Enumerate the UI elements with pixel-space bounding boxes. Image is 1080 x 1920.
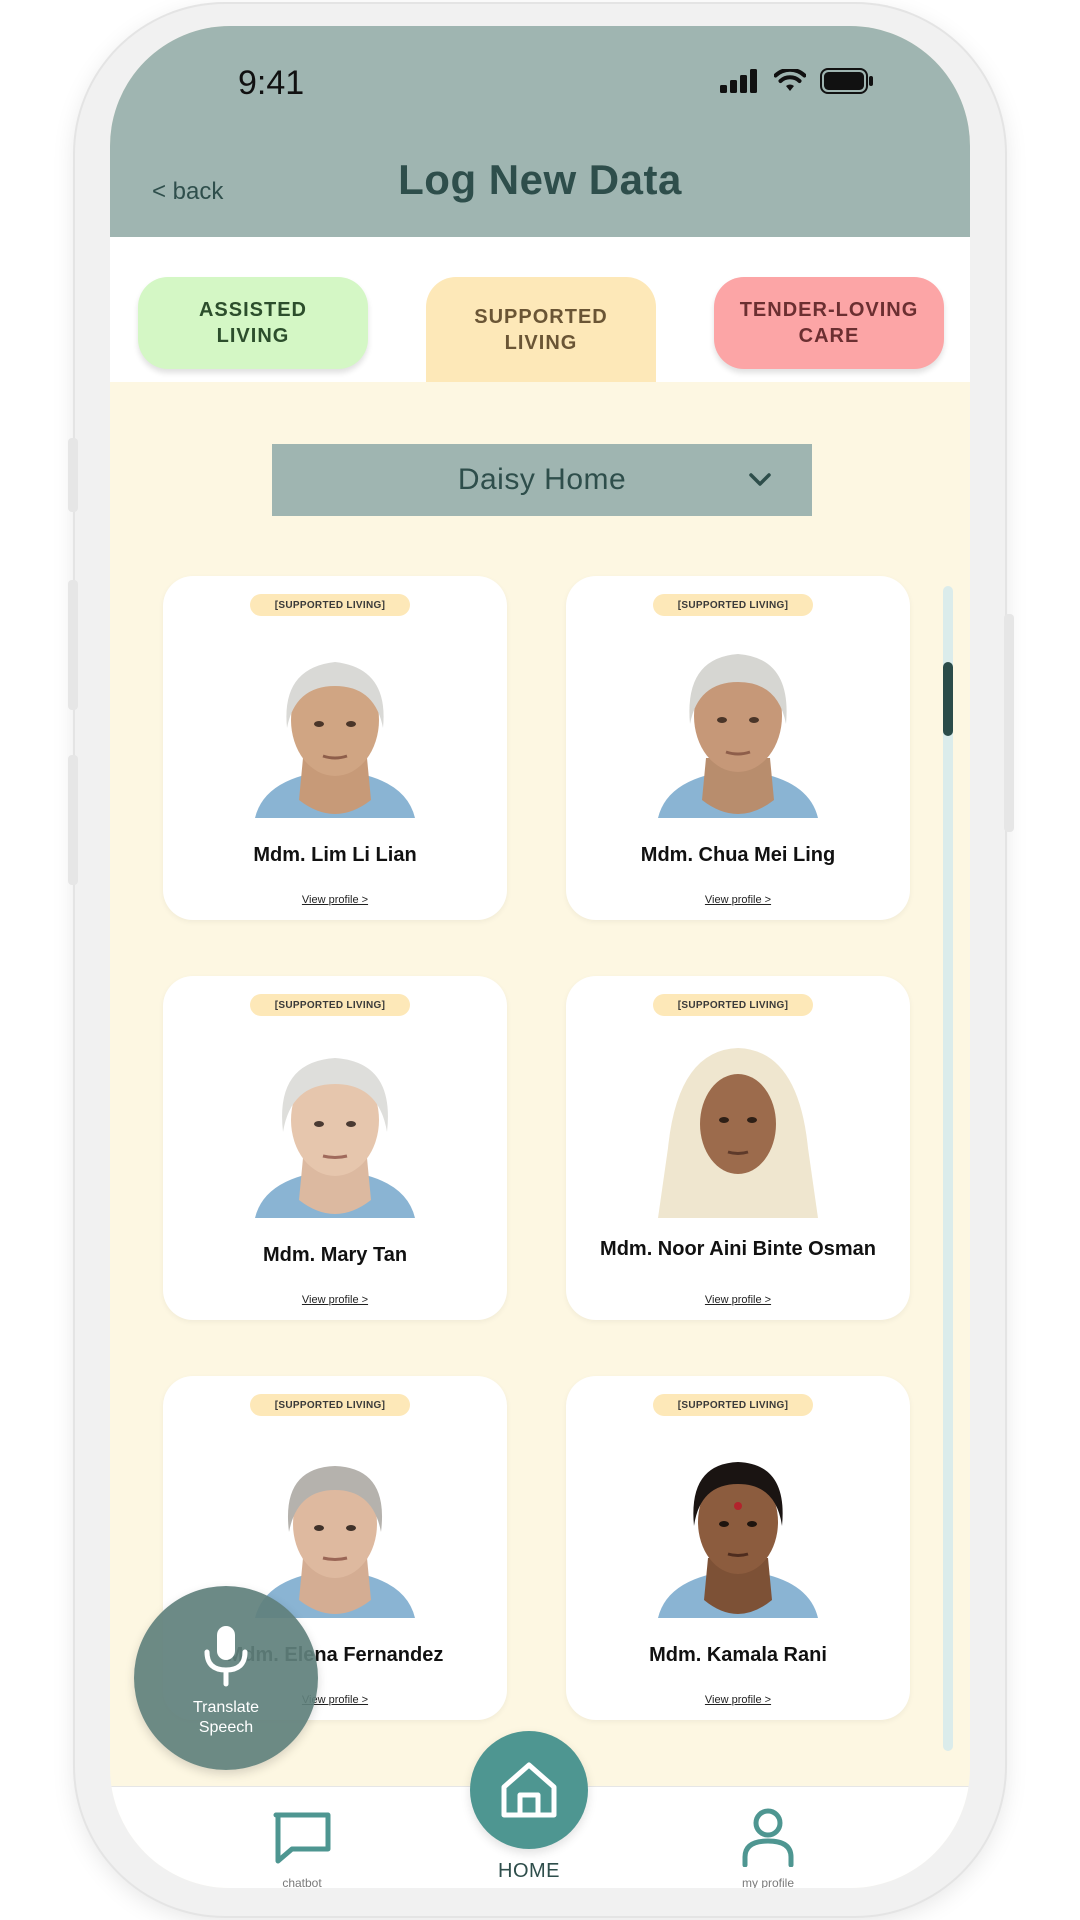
resident-card[interactable]: [SUPPORTED LIVING] Mdm. Mary Tan View pr… — [163, 976, 507, 1320]
resident-name: Mdm. Kamala Rani — [649, 1644, 827, 1666]
tab-assisted-living[interactable]: ASSISTED LIVING — [138, 277, 368, 369]
care-level-badge: [SUPPORTED LIVING] — [250, 594, 410, 616]
page-title: Log New Data — [398, 156, 682, 203]
dropdown-selected-value: Daisy Home — [457, 463, 627, 496]
volume-down-button — [68, 755, 78, 885]
translate-speech-button[interactable]: Translate Speech — [134, 1586, 318, 1770]
nav-home-label: HOME — [498, 1860, 560, 1882]
status-time: 9:41 — [238, 64, 305, 102]
resident-name: Mdm. Noor Aini Binte Osman — [600, 1238, 876, 1260]
volume-up-button — [68, 580, 78, 710]
nav-chatbot[interactable]: chatbot — [262, 1809, 342, 1888]
microphone-icon — [204, 1626, 248, 1687]
resident-photo — [255, 1058, 415, 1218]
status-icons — [720, 68, 874, 94]
view-profile-link[interactable]: View profile > — [566, 1294, 910, 1306]
resident-photo — [255, 1466, 415, 1618]
power-button — [1004, 614, 1014, 832]
chevron-down-icon — [749, 473, 771, 486]
home-select-dropdown[interactable]: Daisy Home — [272, 444, 812, 516]
resident-card[interactable]: [SUPPORTED LIVING] Mdm. Kamala Rani View… — [566, 1376, 910, 1720]
care-level-badge: [SUPPORTED LIVING] — [653, 994, 813, 1016]
cellular-signal-icon — [720, 69, 757, 93]
resident-card[interactable]: [SUPPORTED LIVING] Mdm. Noor Aini Binte … — [566, 976, 910, 1320]
care-level-badge: [SUPPORTED LIVING] — [653, 1394, 813, 1416]
translate-speech-label: Translate Speech — [192, 1699, 260, 1736]
battery-icon — [820, 68, 873, 94]
nav-chatbot-label: chatbot — [282, 1876, 322, 1888]
scrollbar-thumb[interactable] — [943, 662, 953, 736]
care-level-tabs: ASSISTED LIVING SUPPORTED LIVING TENDER-… — [110, 237, 970, 382]
resident-card[interactable]: [SUPPORTED LIVING] Mdm. Lim Li Lian View… — [163, 576, 507, 920]
resident-photo — [255, 662, 415, 818]
resident-photo — [658, 654, 818, 818]
scrollbar-track[interactable] — [943, 586, 953, 1751]
home-button[interactable] — [470, 1731, 588, 1849]
nav-my-profile[interactable]: my profile — [718, 1807, 818, 1888]
nav-my-profile-label: my profile — [741, 1876, 794, 1888]
wifi-icon — [774, 69, 806, 91]
chat-bubble-icon — [273, 1812, 331, 1864]
mute-switch — [68, 438, 78, 512]
view-profile-link[interactable]: View profile > — [163, 894, 507, 906]
resident-name: Mdm. Chua Mei Ling — [640, 844, 836, 866]
care-level-badge: [SUPPORTED LIVING] — [250, 1394, 410, 1416]
resident-card[interactable]: [SUPPORTED LIVING] Mdm. Chua Mei Ling Vi… — [566, 576, 910, 920]
resident-photo — [658, 1048, 818, 1218]
resident-name: Mdm. Mary Tan — [262, 1244, 408, 1266]
resident-photo — [658, 1462, 818, 1618]
view-profile-link[interactable]: View profile > — [566, 894, 910, 906]
resident-name: Mdm. Lim Li Lian — [253, 844, 417, 866]
tab-tender-loving-care[interactable]: TENDER-LOVING CARE — [714, 277, 944, 369]
app-header: 9:41 < back Log New Data — [110, 26, 970, 237]
care-level-badge: [SUPPORTED LIVING] — [250, 994, 410, 1016]
user-icon — [742, 1808, 794, 1868]
view-profile-link[interactable]: View profile > — [163, 1294, 507, 1306]
app-screen: 9:41 < back Log New Data ASSISTED LIVING… — [110, 26, 970, 1888]
tab-supported-living[interactable]: SUPPORTED LIVING — [426, 277, 656, 382]
care-level-badge: [SUPPORTED LIVING] — [653, 594, 813, 616]
view-profile-link[interactable]: View profile > — [566, 1694, 910, 1706]
home-icon — [501, 1762, 557, 1818]
